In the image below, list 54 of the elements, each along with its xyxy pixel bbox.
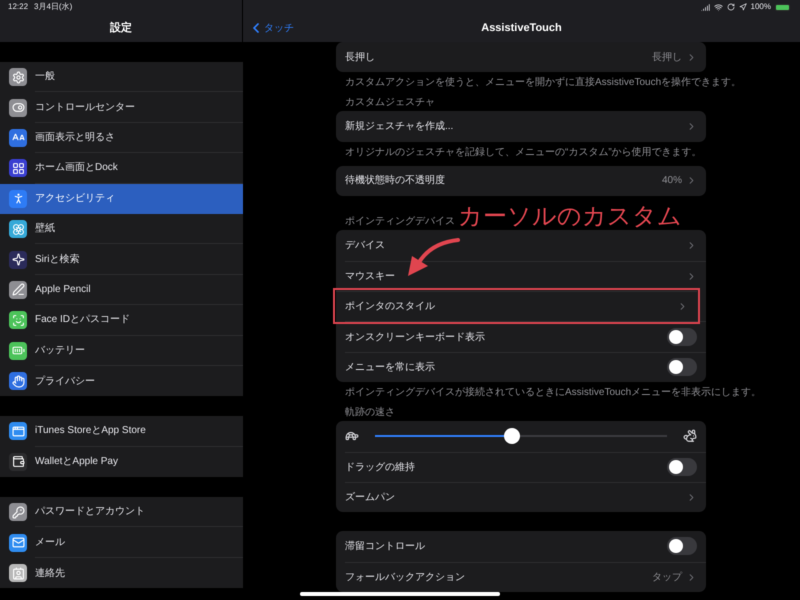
settings-row[interactable]: 待機状態時の不透明度 40% xyxy=(345,166,706,196)
row-value: 長押し xyxy=(652,50,682,65)
sidebar-title: 設定 xyxy=(110,20,132,36)
sidebar-item[interactable]: アクセシビリティ xyxy=(0,184,243,214)
status-time: 12:22 xyxy=(8,1,28,13)
annotation-arrow xyxy=(408,238,460,276)
row-value: 40% xyxy=(662,174,682,188)
wifi-icon xyxy=(714,2,723,12)
back-button[interactable]: タッチ xyxy=(243,20,294,36)
sidebar-item[interactable]: 壁紙 xyxy=(0,214,243,244)
row-label: メニューを常に表示 xyxy=(345,360,436,375)
slider-thumb[interactable] xyxy=(504,428,520,444)
toggle-switch[interactable] xyxy=(667,328,697,346)
settings-row[interactable]: ポインタのスタイル xyxy=(336,290,697,322)
row-label: オンスクリーンキーボード表示 xyxy=(345,330,486,345)
sidebar-item[interactable]: プライバシー xyxy=(0,366,243,396)
sidebar-item[interactable]: 画面表示と明るさ xyxy=(0,122,243,154)
sidebar-item[interactable]: ホーム画面とDock xyxy=(0,153,243,184)
page-title: AssistiveTouch xyxy=(481,20,562,36)
row-label: ドラッグの維持 xyxy=(345,460,416,475)
sidebar-item[interactable]: パスワードとアカウント xyxy=(0,497,243,528)
sidebar-item[interactable]: Siriと検索 xyxy=(0,244,243,275)
toggle-switch[interactable] xyxy=(667,537,697,556)
annotation-label: カーソルのカスタム xyxy=(458,202,682,232)
settings-row[interactable]: 新規ジェスチャを作成... xyxy=(345,111,706,142)
section-footer: カスタムアクションを使うと、メニューを開かずに直接AssistiveTouchを操作できます。 xyxy=(345,76,742,90)
sidebar-item[interactable]: Apple Pencil xyxy=(0,274,243,306)
toggle-switch[interactable] xyxy=(667,458,697,476)
sidebar-item[interactable]: 連絡先 xyxy=(0,558,243,588)
toggle-switch[interactable] xyxy=(667,358,697,376)
section-footer: ポインティングデバイスが接続されているときにAssistiveTouchメニューを非表示にします。 xyxy=(345,386,762,400)
row-label: 滞留コントロール xyxy=(345,540,426,554)
battery-icon xyxy=(775,4,790,10)
settings-row[interactable]: 長押し 長押し xyxy=(345,42,706,72)
status-date: 3月4日(水) xyxy=(34,1,72,13)
sidebar-item[interactable]: バッテリー xyxy=(0,336,243,366)
section-header: カスタムジェスチャ xyxy=(345,96,435,110)
battery-percent: 100% xyxy=(750,1,771,13)
settings-row[interactable]: デバイス xyxy=(345,230,706,261)
sidebar-item[interactable]: 一般 xyxy=(0,62,243,92)
settings-row[interactable]: ズームパン xyxy=(345,482,706,512)
rotation-lock-icon xyxy=(726,3,735,11)
section-header: 軌跡の速さ xyxy=(345,406,395,420)
section-footer: オリジナルのジェスチャを記録して、メニューの“カスタム”から使用できます。 xyxy=(345,146,702,160)
rabbit-icon xyxy=(683,429,697,444)
sidebar-item[interactable]: iTunes StoreとApp Store xyxy=(0,416,243,447)
sidebar-item[interactable]: WalletとApple Pay xyxy=(0,446,243,478)
sidebar-item[interactable]: コントロールセンター xyxy=(0,92,243,123)
signal-icon xyxy=(700,2,710,12)
sidebar-item[interactable]: Face IDとパスコード xyxy=(0,305,243,336)
section-header: ポインティングデバイス xyxy=(345,215,455,230)
sidebar-item[interactable]: メール xyxy=(0,527,243,558)
location-icon xyxy=(738,3,747,11)
row-value: タップ xyxy=(652,570,682,585)
